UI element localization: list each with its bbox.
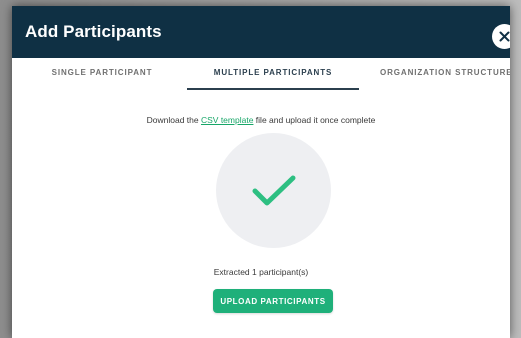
modal-title: Add Participants xyxy=(25,22,162,41)
tab-bar: SINGLE PARTICIPANT MULTIPLE PARTICIPANTS… xyxy=(12,58,510,92)
extraction-status: Extracted 1 participant(s) xyxy=(213,267,309,277)
close-icon xyxy=(499,31,510,42)
instruction-prefix: Download the xyxy=(146,115,201,125)
tab-organization-structure[interactable]: ORGANIZATION STRUCTURE xyxy=(380,68,510,77)
close-button[interactable] xyxy=(492,24,510,49)
instruction-suffix: file and upload it once complete xyxy=(253,115,376,125)
modal-header: Add Participants xyxy=(12,6,510,58)
tab-single-participant[interactable]: SINGLE PARTICIPANT xyxy=(42,68,162,77)
checkmark-icon xyxy=(252,175,295,205)
upload-dropzone[interactable] xyxy=(216,133,331,248)
csv-template-link[interactable]: CSV template xyxy=(201,115,253,125)
add-participants-modal: Add Participants SINGLE PARTICIPANT MULT… xyxy=(12,6,510,338)
upload-participants-button[interactable]: UPLOAD PARTICIPANTS xyxy=(213,289,333,313)
instruction-text: Download the CSV template file and uploa… xyxy=(12,115,510,125)
tab-multiple-participants[interactable]: MULTIPLE PARTICIPANTS xyxy=(187,68,359,77)
active-tab-indicator xyxy=(187,88,359,90)
